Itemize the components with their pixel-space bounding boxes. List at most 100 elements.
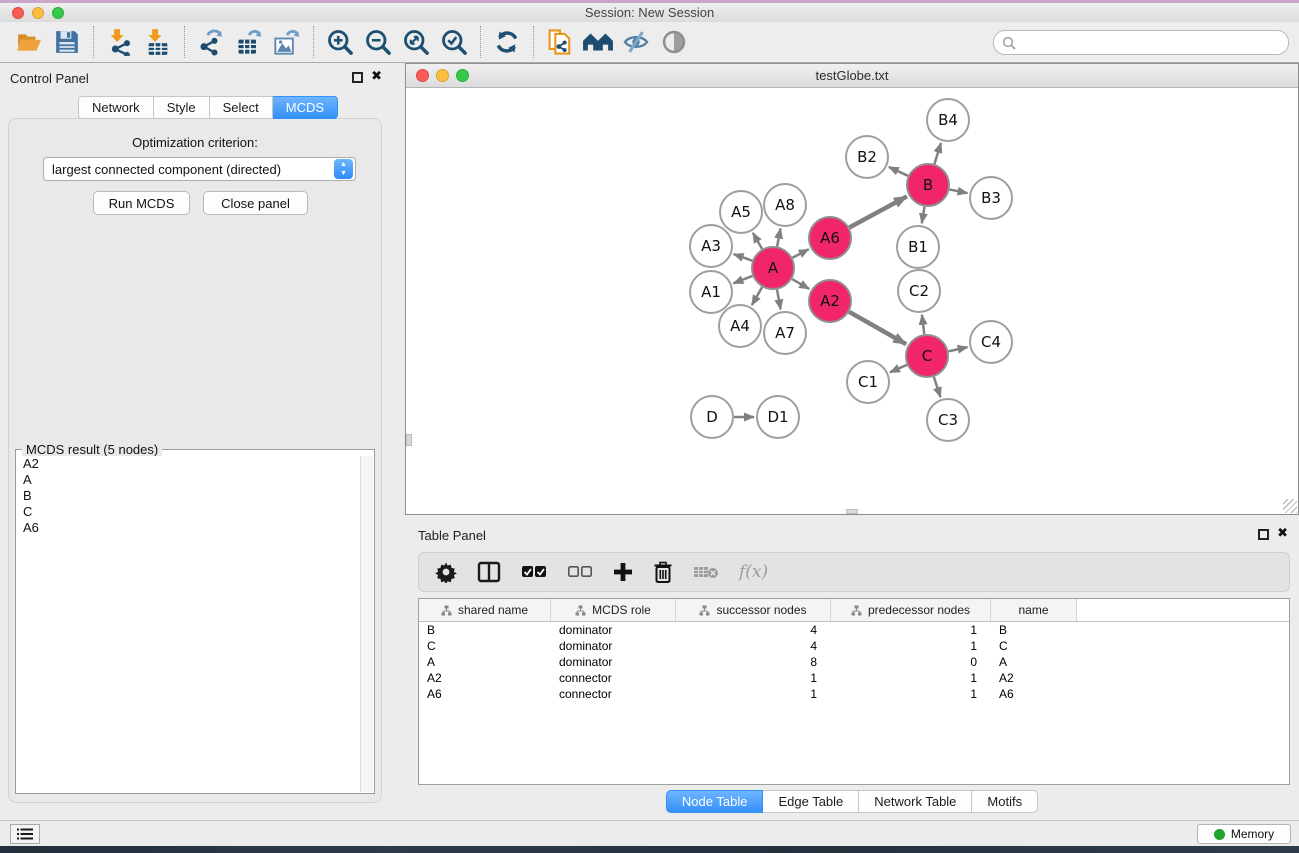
create-column-button[interactable] <box>613 562 633 582</box>
mcds-result-item[interactable]: A2 <box>17 456 360 472</box>
show-columns-button[interactable] <box>477 561 501 583</box>
mcds-result-scrollbar[interactable] <box>360 456 373 792</box>
edge-B-B4[interactable] <box>934 143 940 164</box>
edge-A-A4[interactable] <box>752 287 762 305</box>
node-A[interactable]: A <box>752 247 794 289</box>
mcds-result-item[interactable]: A6 <box>17 520 360 536</box>
edge-B-B1[interactable] <box>922 207 925 224</box>
search-field[interactable] <box>993 30 1289 55</box>
edge-A-A1[interactable] <box>733 276 752 283</box>
close-panel-icon[interactable]: ✖ <box>371 69 382 84</box>
edge-A6-B[interactable] <box>849 196 907 227</box>
open-session-button[interactable] <box>10 25 48 59</box>
save-session-button[interactable] <box>48 25 86 59</box>
node-C1[interactable]: C1 <box>847 361 889 403</box>
table-row[interactable]: Adominator80A <box>419 654 1289 670</box>
table-row[interactable]: A2connector11A2 <box>419 670 1289 686</box>
column-header-predecessor-nodes[interactable]: predecessor nodes <box>831 599 991 621</box>
node-B3[interactable]: B3 <box>970 177 1012 219</box>
export-image-button[interactable] <box>268 25 306 59</box>
close-panel-icon[interactable]: ✖ <box>1277 526 1288 541</box>
tab-style[interactable]: Style <box>154 96 210 119</box>
run-mcds-button[interactable]: Run MCDS <box>93 191 190 215</box>
tab-network[interactable]: Network <box>78 96 154 119</box>
apply-layout-button[interactable] <box>488 25 526 59</box>
close-panel-button[interactable]: Close panel <box>203 191 308 215</box>
import-network-button[interactable] <box>101 25 139 59</box>
mcds-result-item[interactable]: A <box>17 472 360 488</box>
edge-A-A6[interactable] <box>792 249 808 258</box>
node-B1[interactable]: B1 <box>897 226 939 268</box>
tab-edge-table[interactable]: Edge Table <box>763 790 859 813</box>
edge-A-A7[interactable] <box>777 290 781 310</box>
zoom-in-button[interactable] <box>321 25 359 59</box>
float-panel-icon[interactable] <box>352 72 363 83</box>
export-table-button[interactable] <box>230 25 268 59</box>
first-neighbors-button[interactable] <box>579 25 617 59</box>
node-A1[interactable]: A1 <box>690 271 732 313</box>
select-all-rows-button[interactable] <box>521 565 547 579</box>
node-A3[interactable]: A3 <box>690 225 732 267</box>
deselect-all-rows-button[interactable] <box>567 565 593 579</box>
tab-mcds[interactable]: MCDS <box>273 96 338 119</box>
node-D1[interactable]: D1 <box>757 396 799 438</box>
edge-A2-C[interactable] <box>849 312 906 344</box>
edge-C-C2[interactable] <box>922 315 924 334</box>
node-A8[interactable]: A8 <box>764 184 806 226</box>
edge-C-C4[interactable] <box>948 347 967 351</box>
tab-motifs[interactable]: Motifs <box>972 790 1038 813</box>
function-builder-button[interactable]: f(x) <box>739 562 768 582</box>
mcds-result-list[interactable]: A2ABCA6 <box>17 456 360 792</box>
network-canvas[interactable]: B4 B2 B B3 A8A5 A6 A3 B1 A A1 C2 A2 A4A7 C4 C C1 C3 D D1 <box>406 88 1298 514</box>
column-header-successor-nodes[interactable]: successor nodes <box>676 599 831 621</box>
search-input[interactable] <box>1021 36 1261 50</box>
resize-grip[interactable] <box>1283 499 1297 513</box>
node-A7[interactable]: A7 <box>764 312 806 354</box>
import-table-button[interactable] <box>139 25 177 59</box>
node-B2[interactable]: B2 <box>846 136 888 178</box>
node-B4[interactable]: B4 <box>927 99 969 141</box>
tab-network-table[interactable]: Network Table <box>859 790 972 813</box>
task-history-button[interactable] <box>10 824 40 844</box>
mcds-result-item[interactable]: C <box>17 504 360 520</box>
table-settings-button[interactable] <box>435 561 457 583</box>
network-window-titlebar[interactable]: testGlobe.txt <box>406 64 1298 88</box>
node-A5[interactable]: A5 <box>720 191 762 233</box>
tab-select[interactable]: Select <box>210 96 273 119</box>
edge-C-C1[interactable] <box>890 365 907 372</box>
column-header-name[interactable]: name <box>991 599 1077 621</box>
new-network-from-selection-button[interactable] <box>541 25 579 59</box>
node-C3[interactable]: C3 <box>927 399 969 441</box>
node-A6[interactable]: A6 <box>809 217 851 259</box>
delete-column-button[interactable] <box>653 561 673 583</box>
edge-A-A5[interactable] <box>753 233 762 249</box>
criterion-select[interactable]: largest connected component (directed) ▲… <box>43 157 356 181</box>
node-D[interactable]: D <box>691 396 733 438</box>
column-header-shared-name[interactable]: shared name <box>419 599 551 621</box>
edge-A-A2[interactable] <box>792 279 809 289</box>
memory-button[interactable]: Memory <box>1197 824 1291 844</box>
table-row[interactable]: A6connector11A6 <box>419 686 1289 702</box>
edge-A-A3[interactable] <box>734 254 753 261</box>
show-all-button[interactable] <box>655 25 693 59</box>
mcds-result-item[interactable]: B <box>17 488 360 504</box>
node-A2[interactable]: A2 <box>809 280 851 322</box>
zoom-out-button[interactable] <box>359 25 397 59</box>
zoom-selected-button[interactable] <box>435 25 473 59</box>
table-row[interactable]: Bdominator41B <box>419 622 1289 638</box>
node-A4[interactable]: A4 <box>719 305 761 347</box>
tab-node-table[interactable]: Node Table <box>666 790 764 813</box>
node-C4[interactable]: C4 <box>970 321 1012 363</box>
network-graph[interactable]: B4 B2 B B3 A8A5 A6 A3 B1 A A1 C2 A2 A4A7 C4 C C1 C3 D D1 <box>406 88 1298 514</box>
edge-A-A8[interactable] <box>777 229 780 247</box>
export-network-button[interactable] <box>192 25 230 59</box>
delete-table-button[interactable] <box>693 564 719 580</box>
splitter-handle[interactable] <box>846 509 858 514</box>
node-C2[interactable]: C2 <box>898 270 940 312</box>
zoom-fit-button[interactable] <box>397 25 435 59</box>
edge-B-B3[interactable] <box>950 189 968 193</box>
table-row[interactable]: Cdominator41C <box>419 638 1289 654</box>
node-B[interactable]: B <box>907 164 949 206</box>
hide-selection-button[interactable] <box>617 25 655 59</box>
node-C[interactable]: C <box>906 335 948 377</box>
